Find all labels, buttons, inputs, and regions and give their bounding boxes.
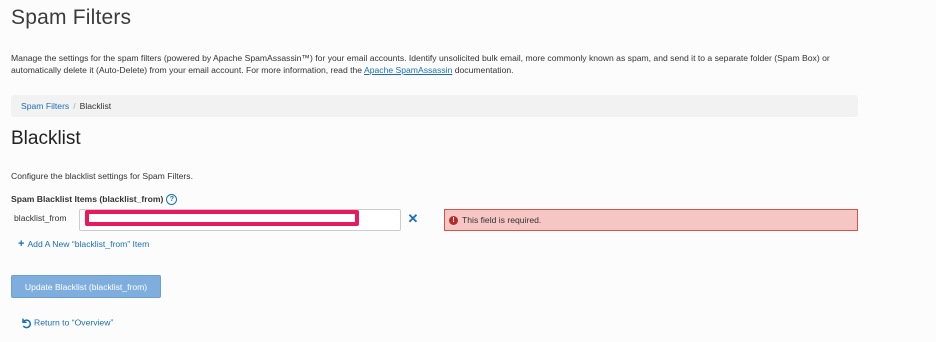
blacklist-from-input[interactable] xyxy=(79,209,401,231)
apache-spamassassin-link[interactable]: Apache SpamAssassin xyxy=(364,65,452,75)
help-icon[interactable]: ? xyxy=(166,194,178,206)
remove-item-icon[interactable]: ✕ xyxy=(406,211,420,227)
add-new-item-link[interactable]: + Add A New “blacklist_from” Item xyxy=(18,238,149,250)
add-new-item-label: Add A New “blacklist_from” Item xyxy=(27,239,150,249)
blacklist-items-label-text: Spam Blacklist Items (blacklist_from) xyxy=(11,194,164,204)
section-title: Blacklist xyxy=(11,128,81,149)
page-description: Manage the settings for the spam filters… xyxy=(11,52,881,76)
return-icon xyxy=(22,318,32,329)
error-icon: ! xyxy=(449,216,458,226)
return-label: Return to “Overview” xyxy=(34,317,114,328)
breadcrumb-separator: / xyxy=(73,101,76,111)
error-message-box: ! This field is required. xyxy=(444,209,858,231)
breadcrumb-current: Blacklist xyxy=(79,101,112,111)
error-message: This field is required. xyxy=(462,215,542,225)
description-text-end: documentation. xyxy=(452,65,514,75)
plus-icon: + xyxy=(18,238,25,250)
breadcrumb-spam-filters[interactable]: Spam Filters xyxy=(21,101,69,111)
return-to-overview-link[interactable]: Return to “Overview” xyxy=(20,317,113,329)
breadcrumb: Spam Filters / Blacklist xyxy=(11,95,858,117)
update-blacklist-button[interactable]: Update Blacklist (blacklist_from) xyxy=(11,275,161,298)
page-title: Spam Filters xyxy=(11,6,132,29)
blacklist-from-label: blacklist_from xyxy=(14,213,67,223)
blacklist-items-label: Spam Blacklist Items (blacklist_from)? xyxy=(11,194,178,206)
config-text: Configure the blacklist settings for Spa… xyxy=(11,171,193,181)
